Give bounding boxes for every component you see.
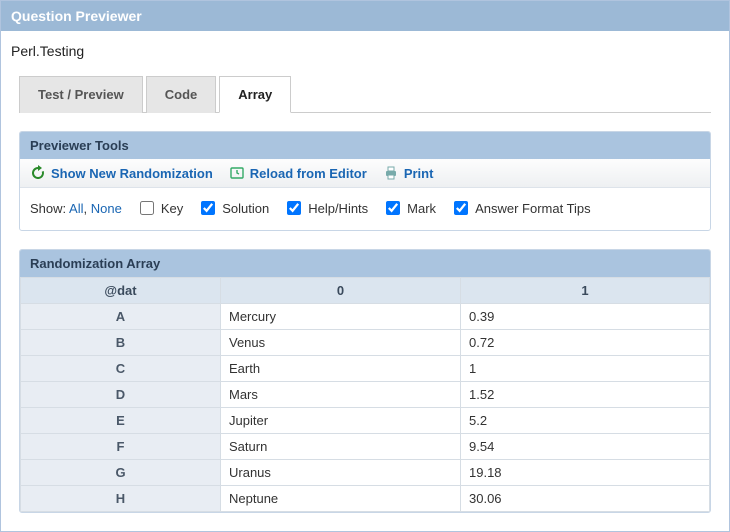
row-label: C xyxy=(21,356,221,382)
tab-bar: Test / Preview Code Array xyxy=(19,75,711,113)
show-new-randomization-button[interactable]: Show New Randomization xyxy=(30,165,213,181)
solution-checkbox[interactable] xyxy=(201,201,215,215)
table-row: A Mercury 0.39 xyxy=(21,304,710,330)
print-label: Print xyxy=(404,166,434,181)
cell: Earth xyxy=(221,356,461,382)
solution-checkbox-label[interactable]: Solution xyxy=(197,198,269,218)
row-label: D xyxy=(21,382,221,408)
help-checkbox[interactable] xyxy=(287,201,301,215)
cell: 9.54 xyxy=(461,434,710,460)
row-label: E xyxy=(21,408,221,434)
table-row: F Saturn 9.54 xyxy=(21,434,710,460)
tab-code[interactable]: Code xyxy=(146,76,217,113)
cell: Neptune xyxy=(221,486,461,512)
tab-test-preview[interactable]: Test / Preview xyxy=(19,76,143,113)
show-options-row: Show: All, None Key Solution Help/Hints xyxy=(20,188,710,230)
show-new-randomization-label: Show New Randomization xyxy=(51,166,213,181)
cell: 19.18 xyxy=(461,460,710,486)
content-area: Test / Preview Code Array Previewer Tool… xyxy=(1,75,729,531)
window-title: Question Previewer xyxy=(1,1,729,31)
print-icon xyxy=(383,165,399,181)
table-row: E Jupiter 5.2 xyxy=(21,408,710,434)
col-header-var: @dat xyxy=(21,278,221,304)
show-label: Show: All, None xyxy=(30,201,122,216)
row-label: G xyxy=(21,460,221,486)
tips-checkbox-label[interactable]: Answer Format Tips xyxy=(450,198,591,218)
tab-array[interactable]: Array xyxy=(219,76,291,113)
cell: 1 xyxy=(461,356,710,382)
randomization-array-panel: Randomization Array @dat 0 1 A Mercury 0… xyxy=(19,249,711,513)
cell: Venus xyxy=(221,330,461,356)
previewer-tools-panel: Previewer Tools Show New Randomization R… xyxy=(19,131,711,231)
mark-checkbox-label[interactable]: Mark xyxy=(382,198,436,218)
help-checkbox-label[interactable]: Help/Hints xyxy=(283,198,368,218)
show-all-link[interactable]: All xyxy=(69,201,83,216)
tips-text: Answer Format Tips xyxy=(475,201,591,216)
cell: 0.72 xyxy=(461,330,710,356)
previewer-tools-header: Previewer Tools xyxy=(20,132,710,159)
randomization-array-header: Randomization Array xyxy=(20,250,710,277)
cell: Jupiter xyxy=(221,408,461,434)
col-header-1: 1 xyxy=(461,278,710,304)
refresh-icon xyxy=(30,165,46,181)
cell: Uranus xyxy=(221,460,461,486)
table-header-row: @dat 0 1 xyxy=(21,278,710,304)
show-none-link[interactable]: None xyxy=(91,201,122,216)
table-row: H Neptune 30.06 xyxy=(21,486,710,512)
row-label: F xyxy=(21,434,221,460)
key-checkbox[interactable] xyxy=(140,201,154,215)
mark-checkbox[interactable] xyxy=(386,201,400,215)
table-row: C Earth 1 xyxy=(21,356,710,382)
table-row: D Mars 1.52 xyxy=(21,382,710,408)
cell: 30.06 xyxy=(461,486,710,512)
cell: 1.52 xyxy=(461,382,710,408)
tips-checkbox[interactable] xyxy=(454,201,468,215)
row-label: H xyxy=(21,486,221,512)
cell: Saturn xyxy=(221,434,461,460)
previewer-toolbar: Show New Randomization Reload from Edito… xyxy=(20,159,710,188)
cell: 0.39 xyxy=(461,304,710,330)
cell: Mercury xyxy=(221,304,461,330)
print-button[interactable]: Print xyxy=(383,165,434,181)
cell: Mars xyxy=(221,382,461,408)
table-row: B Venus 0.72 xyxy=(21,330,710,356)
row-label: B xyxy=(21,330,221,356)
col-header-0: 0 xyxy=(221,278,461,304)
mark-text: Mark xyxy=(407,201,436,216)
key-checkbox-label[interactable]: Key xyxy=(136,198,183,218)
randomization-table: @dat 0 1 A Mercury 0.39 B Venus 0.72 xyxy=(20,277,710,512)
reload-from-editor-label: Reload from Editor xyxy=(250,166,367,181)
reload-icon xyxy=(229,165,245,181)
table-row: G Uranus 19.18 xyxy=(21,460,710,486)
row-label: A xyxy=(21,304,221,330)
cell: 5.2 xyxy=(461,408,710,434)
key-text: Key xyxy=(161,201,183,216)
help-text: Help/Hints xyxy=(308,201,368,216)
reload-from-editor-button[interactable]: Reload from Editor xyxy=(229,165,367,181)
solution-text: Solution xyxy=(222,201,269,216)
question-path: Perl.Testing xyxy=(1,31,729,75)
app-window: Question Previewer Perl.Testing Test / P… xyxy=(0,0,730,532)
